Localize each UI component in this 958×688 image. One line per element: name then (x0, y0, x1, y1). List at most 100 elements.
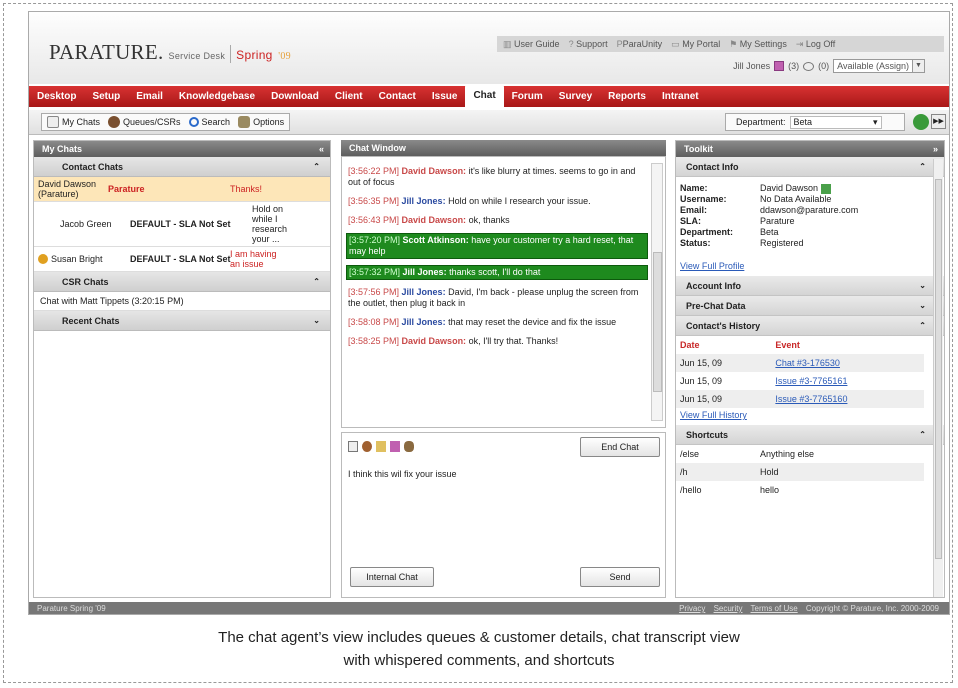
tab-setup[interactable]: Setup (84, 86, 128, 107)
my-chats-header: My Chats « (34, 141, 330, 157)
tab-download[interactable]: Download (263, 86, 327, 107)
tab-issue[interactable]: Issue (424, 86, 466, 107)
chat-row[interactable]: Susan Bright DEFAULT - SLA Not Set I am … (34, 247, 330, 272)
refresh-icon[interactable] (913, 114, 929, 130)
tab-knowledgebase[interactable]: Knowledgebase (171, 86, 263, 107)
account-info-section[interactable]: Account Info ⌄ (676, 276, 944, 296)
app-footer: Parature Spring '09 Privacy Security Ter… (29, 602, 949, 614)
chat-message: [3:56:22 PM] David Dawson: it's like blu… (348, 166, 636, 187)
chat-message: [3:58:08 PM] Jill Jones: that may reset … (348, 317, 617, 327)
tab-forum[interactable]: Forum (504, 86, 551, 107)
availability-select[interactable]: Available (Assign) ▼ (833, 59, 925, 73)
csr-chats-section[interactable]: CSR Chats ⌃ (34, 272, 330, 292)
my-portal-link[interactable]: ▭ My Portal (671, 39, 720, 50)
help-icon: ? (568, 39, 574, 49)
collapse-up-icon[interactable]: ⌃ (313, 157, 320, 177)
expand-icon[interactable]: » (933, 141, 938, 157)
contact-details: Name: David Dawson Username: No Data Avail… (680, 183, 859, 271)
privacy-link[interactable]: Privacy (679, 604, 705, 613)
chat-toolbar: My Chats Queues/CSRs Search Options Depa… (29, 110, 949, 135)
tab-contact[interactable]: Contact (371, 86, 424, 107)
internal-chat-button[interactable]: Internal Chat (350, 567, 434, 587)
expand-down-icon[interactable]: ⌄ (313, 311, 320, 331)
expand-down-icon: ⌄ (919, 301, 926, 310)
tab-intranet[interactable]: Intranet (654, 86, 707, 107)
support-link[interactable]: ? Support (569, 39, 608, 49)
tab-desktop[interactable]: Desktop (29, 86, 84, 107)
portal-icon: ▭ (671, 38, 680, 49)
tab-survey[interactable]: Survey (551, 86, 600, 107)
history-event-link[interactable]: Chat #3-176530 (775, 358, 840, 368)
transcript-scrollbar[interactable] (651, 163, 663, 421)
contact-history-section[interactable]: Contact's History ⌃ (676, 316, 944, 336)
contact-chats-section[interactable]: Contact Chats ⌃ (34, 157, 330, 177)
collapse-up-icon: ⌃ (919, 162, 926, 171)
department-select[interactable]: Beta ▾ (789, 115, 882, 129)
paraunity-link[interactable]: PParaUnity (617, 39, 663, 49)
chat-row[interactable]: Jacob Green DEFAULT - SLA Not Set Hold o… (34, 202, 330, 247)
list-item[interactable]: Chat with Matt Tippets (3:20:15 PM) (34, 292, 330, 311)
tab-reports[interactable]: Reports (600, 86, 654, 107)
table-row[interactable]: /else Anything else (676, 445, 924, 463)
history-event-link[interactable]: Issue #3-7765160 (775, 394, 847, 404)
queue-icon[interactable] (774, 61, 785, 71)
message-list: [3:56:22 PM] David Dawson: it's like blu… (346, 165, 648, 354)
recent-chats-section[interactable]: Recent Chats ⌄ (34, 311, 330, 331)
logoff-icon: ⇥ (795, 38, 804, 49)
forward-icon[interactable]: ▶▶ (931, 114, 946, 129)
user-guide-link[interactable]: ▥ User Guide (503, 39, 560, 50)
chat-window-header: Chat Window (341, 140, 666, 156)
user-name: Jill Jones (733, 61, 771, 71)
contact-info-section[interactable]: Contact Info ⌃ (676, 157, 944, 177)
view-full-history-link[interactable]: View Full History (680, 410, 747, 420)
toolkit-scrollbar[interactable] (933, 159, 943, 597)
send-button[interactable]: Send (580, 567, 660, 587)
log-off-link[interactable]: ⇥ Log Off (796, 39, 835, 50)
my-settings-link[interactable]: ⚑ My Settings (729, 39, 787, 50)
table-row: Jun 15, 09 Issue #3-7765160 (676, 390, 924, 408)
tab-chat[interactable]: Chat (465, 84, 504, 107)
view-full-profile-link[interactable]: View Full Profile (680, 261, 744, 271)
user-bar: Jill Jones (3) (0) Available (Assign) ▼ (733, 59, 925, 73)
compose-tools (348, 441, 414, 452)
queues-button[interactable]: Queues/CSRs (108, 116, 181, 128)
edition-label: Spring (236, 48, 273, 62)
compose-area: End Chat I think this wil fix your issue… (341, 432, 666, 598)
table-row[interactable]: /hello hello (676, 481, 924, 499)
queue-icon (108, 116, 121, 128)
collapse-icon[interactable]: « (319, 141, 324, 157)
options-button[interactable]: Options (238, 116, 284, 128)
contact-card-icon[interactable] (820, 183, 831, 194)
tab-client[interactable]: Client (327, 86, 371, 107)
history-event-link[interactable]: Issue #3-7765161 (775, 376, 847, 386)
user-icon[interactable] (404, 441, 414, 452)
shortcuts-section[interactable]: Shortcuts ⌃ (676, 425, 944, 445)
chat-row[interactable]: David Dawson (Parature) Parature Thanks! (34, 177, 330, 202)
chat-window-panel: Chat Window [3:56:22 PM] David Dawson: i… (341, 140, 666, 598)
table-row[interactable]: /h Hold (676, 463, 924, 481)
expand-down-icon: ⌄ (919, 281, 926, 290)
queue-icon[interactable] (362, 441, 372, 452)
shortcuts-table: /else Anything else /h Hold /hello hello (676, 445, 924, 499)
message-input[interactable]: I think this wil fix your issue (348, 469, 457, 479)
prechat-data-section[interactable]: Pre-Chat Data ⌄ (676, 296, 944, 316)
end-chat-button[interactable]: End Chat (580, 437, 660, 457)
collapse-up-icon[interactable]: ⌃ (313, 272, 320, 292)
edition-year: '09 (278, 51, 291, 62)
chat-bubble-icon[interactable] (803, 61, 815, 71)
table-row: Jun 15, 09 Chat #3-176530 (676, 354, 924, 372)
transfer-icon[interactable] (390, 441, 400, 452)
terms-link[interactable]: Terms of Use (751, 604, 798, 613)
logo-text: PARATURE. (49, 40, 164, 64)
search-button[interactable]: Search (188, 117, 230, 127)
note-icon[interactable] (376, 441, 386, 452)
chat-transcript[interactable]: [3:56:22 PM] David Dawson: it's like blu… (341, 156, 666, 428)
chat-message: [3:57:56 PM] Jill Jones: David, I'm back… (348, 287, 639, 308)
forward-icon[interactable] (348, 441, 358, 452)
security-link[interactable]: Security (714, 604, 743, 613)
toolkit-header: Toolkit» (676, 141, 944, 157)
app-header: PARATURE. Service Desk Spring '09 ▥ User G… (29, 12, 949, 84)
department-label: Department: (736, 117, 786, 127)
tab-email[interactable]: Email (128, 86, 171, 107)
my-chats-button[interactable]: My Chats (47, 116, 100, 128)
